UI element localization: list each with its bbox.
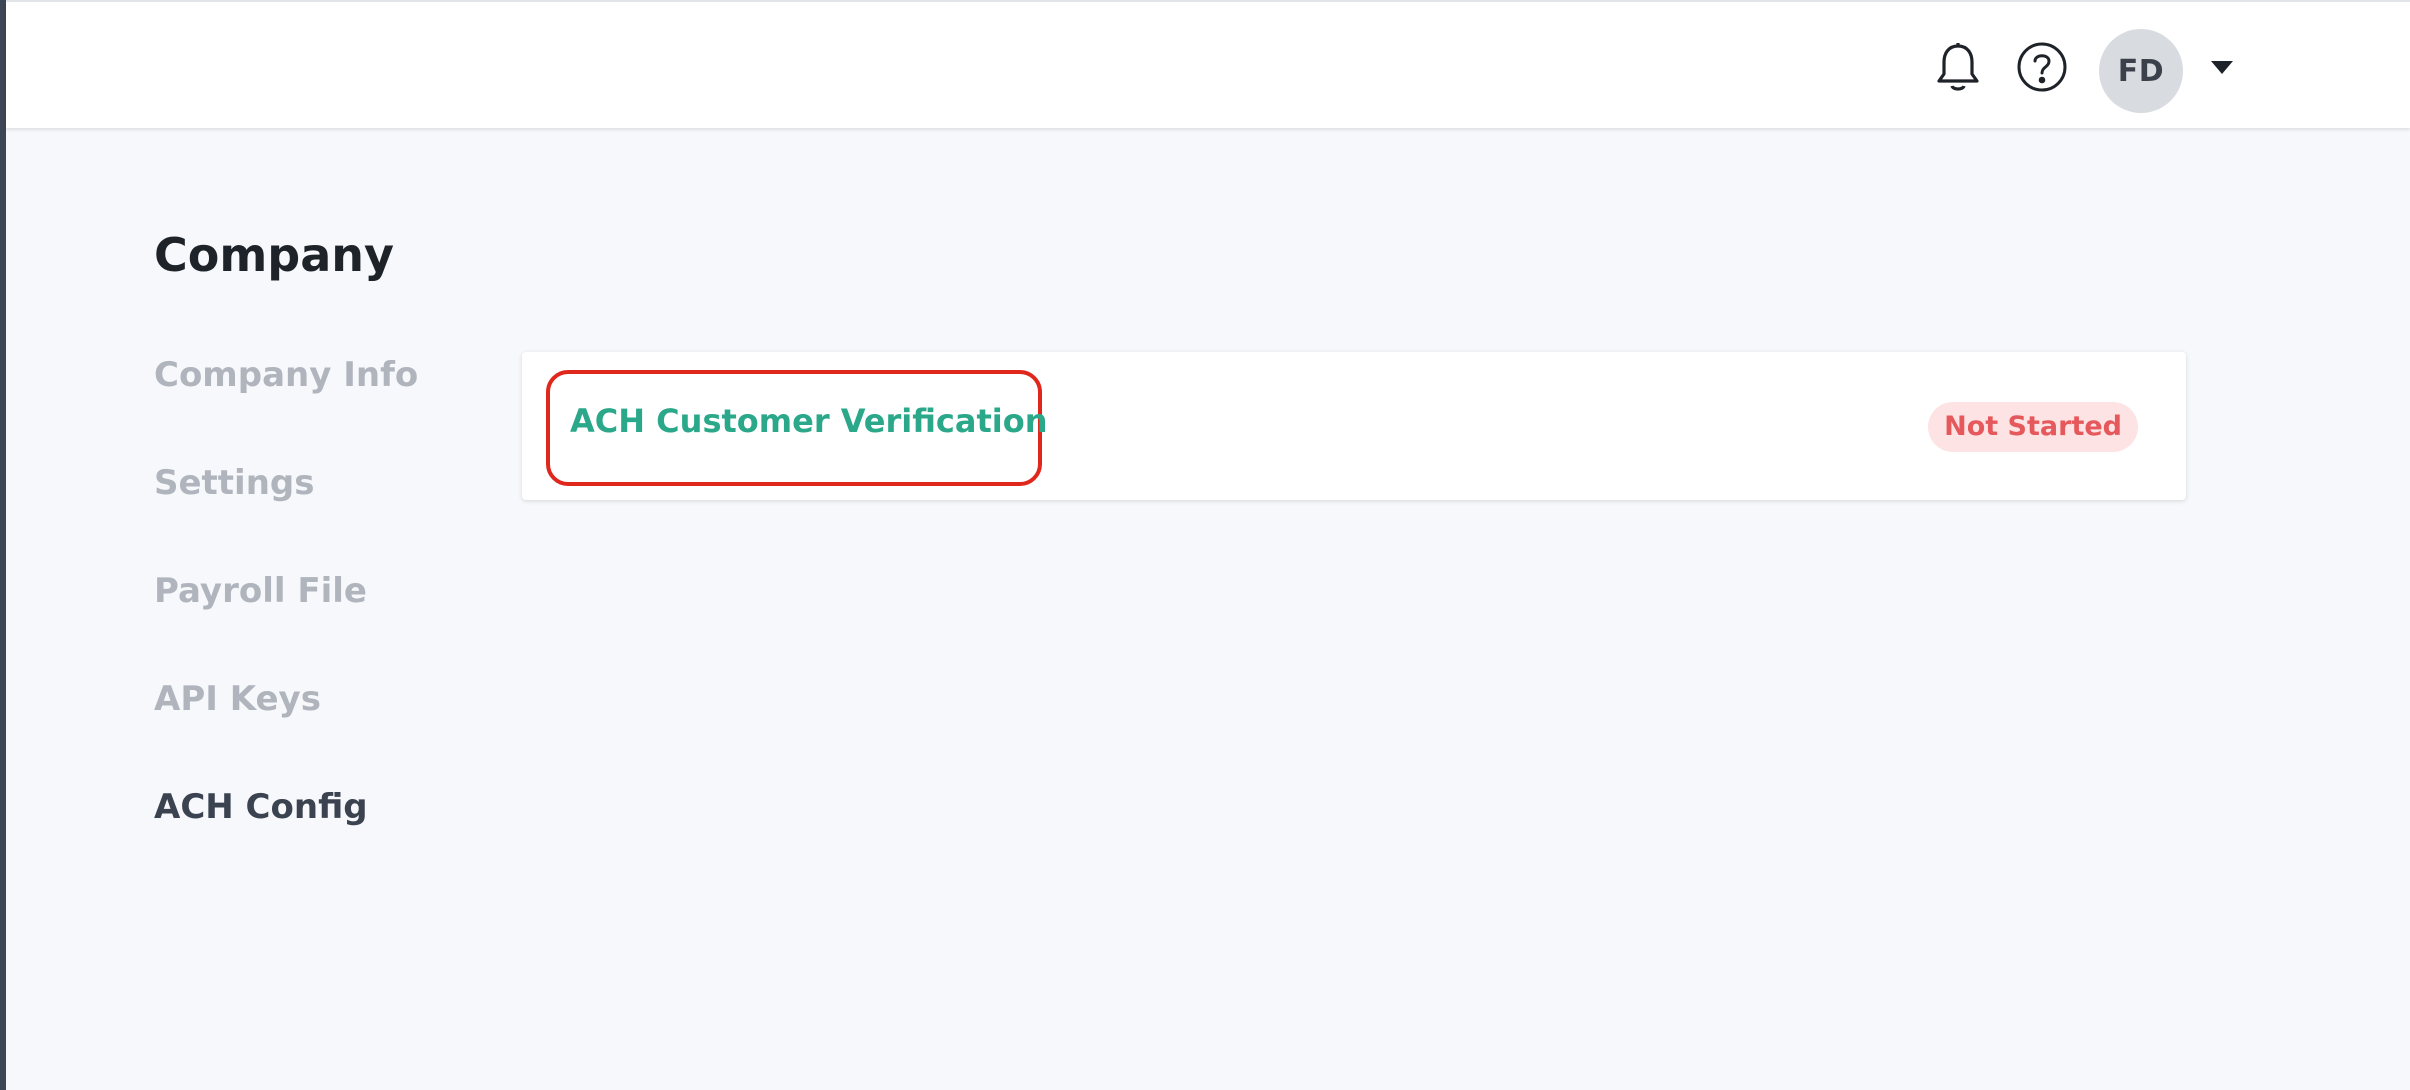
caret-down-icon[interactable] [2208, 57, 2236, 79]
sidebar-nav: Company Info Settings Payroll File API K… [154, 345, 418, 885]
status-badge: Not Started [1928, 402, 2138, 452]
sidebar-item-ach-config[interactable]: ACH Config [154, 777, 418, 885]
ach-verification-card: ACH Customer Verification Not Started [522, 352, 2186, 500]
question-circle-icon[interactable] [2014, 39, 2070, 95]
window-left-edge [0, 0, 6, 1090]
page-title: Company [154, 228, 394, 282]
sidebar-item-settings[interactable]: Settings [154, 453, 418, 561]
sidebar-item-company-info[interactable]: Company Info [154, 345, 418, 453]
bell-icon[interactable] [1930, 39, 1986, 95]
ach-customer-verification-link[interactable]: ACH Customer Verification [570, 402, 1048, 440]
sidebar-item-api-keys[interactable]: API Keys [154, 669, 418, 777]
top-bar: FD [6, 0, 2410, 128]
sidebar-item-payroll-file[interactable]: Payroll File [154, 561, 418, 669]
avatar[interactable]: FD [2099, 29, 2183, 113]
